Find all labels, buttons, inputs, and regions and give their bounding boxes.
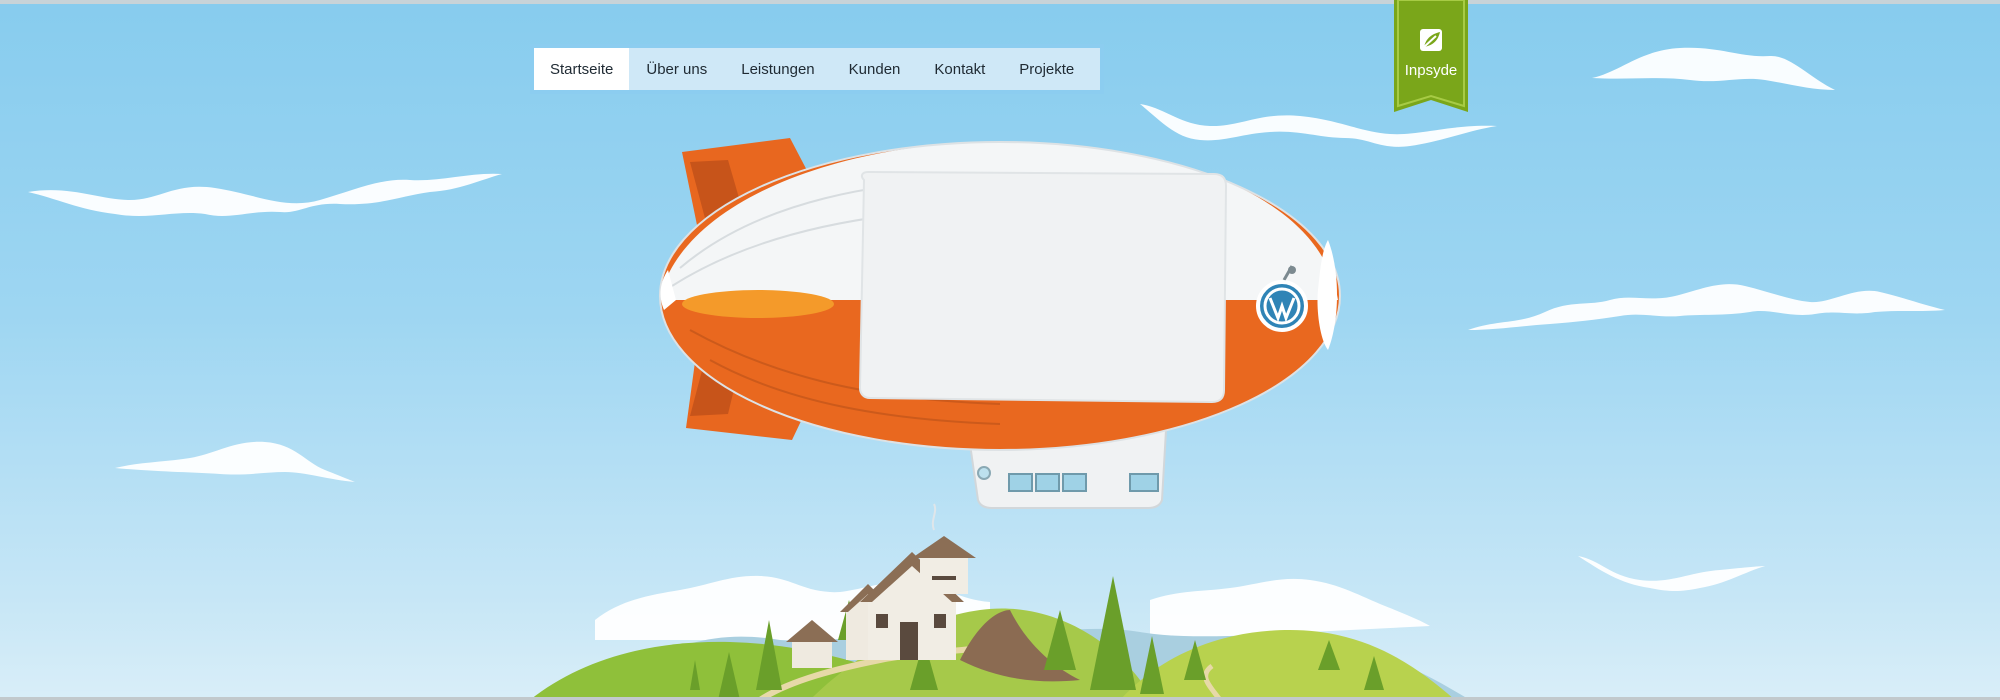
nav-item-ueber-uns[interactable]: Über uns — [629, 48, 724, 90]
cloud-lower-right — [1578, 556, 1765, 591]
blimp-banner — [858, 170, 1228, 404]
cloud-left — [28, 173, 502, 216]
cloud-mid-left — [115, 441, 355, 482]
houses — [786, 503, 976, 668]
nav-item-startseite[interactable]: Startseite — [534, 48, 630, 90]
nav-item-projekte[interactable]: Projekte — [1002, 48, 1091, 90]
nav-item-kunden[interactable]: Kunden — [832, 48, 918, 90]
nav-item-leistungen[interactable]: Leistungen — [724, 48, 831, 90]
leaf-icon — [1420, 29, 1442, 51]
cloud-right — [1468, 284, 1945, 330]
nav-item-kontakt[interactable]: Kontakt — [917, 48, 1002, 90]
cloud-top-right — [1592, 47, 1835, 90]
blimp — [659, 138, 1341, 509]
cloud-top-center — [1140, 104, 1497, 147]
main-navigation: Startseite Über uns Leistungen Kunden Ko… — [530, 44, 1104, 94]
header-illustration — [28, 0, 1945, 700]
blimp-side-pod — [682, 290, 834, 318]
brand-ribbon — [1394, 0, 1468, 112]
brand-ribbon-label[interactable]: Inpsyde — [1394, 62, 1468, 79]
